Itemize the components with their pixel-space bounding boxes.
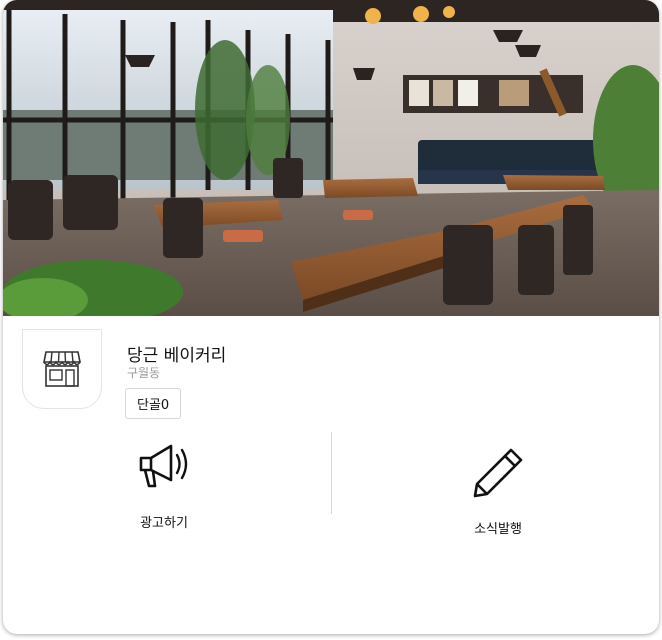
regulars-button[interactable]: 단골0 — [125, 388, 182, 419]
advertise-label: 광고하기 — [140, 516, 188, 531]
store-profile-image[interactable] — [22, 329, 102, 409]
shop-name: 당근 베이커리 — [127, 346, 227, 366]
post-news-label: 소식발행 — [474, 522, 522, 537]
post-news-button[interactable]: 소식발행 — [433, 446, 563, 537]
action-divider — [331, 432, 332, 514]
shop-region: 구월동 — [127, 366, 161, 380]
cafe-interior-photo — [3, 0, 659, 316]
store-card: 당근 베이커리 구월동 단골0 광고하기 소식발행 — [3, 0, 659, 634]
pencil-icon — [473, 448, 523, 498]
storefront-icon — [43, 351, 81, 387]
megaphone-icon — [139, 444, 188, 488]
advertise-button[interactable]: 광고하기 — [99, 440, 229, 531]
